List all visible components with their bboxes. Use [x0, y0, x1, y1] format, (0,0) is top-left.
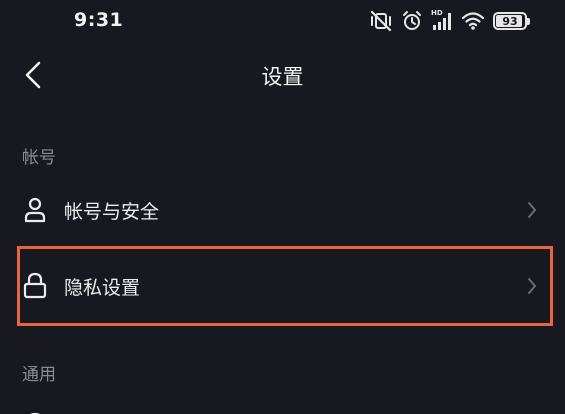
nav-bar: 设置	[0, 48, 565, 104]
battery-level: 93	[502, 14, 518, 28]
battery-icon: 93	[493, 12, 530, 30]
status-icons: HD 93	[369, 9, 530, 33]
wifi-icon	[461, 11, 485, 31]
lock-icon	[22, 271, 48, 301]
chevron-right-icon	[524, 200, 540, 220]
page-title: 设置	[261, 65, 304, 89]
section-label-general: 通用	[22, 365, 56, 385]
row-privacy-settings[interactable]: 隐私设置	[22, 254, 546, 318]
hd-label: HD	[431, 9, 443, 17]
user-icon	[22, 195, 48, 225]
hd-signal-icon: HD	[431, 9, 453, 32]
section-label-account: 帐号	[22, 148, 56, 168]
alarm-icon	[401, 10, 423, 32]
row-label-account-security: 帐号与安全	[64, 200, 160, 223]
partial-row-icon	[22, 404, 48, 414]
row-account-security[interactable]: 帐号与安全	[22, 178, 546, 242]
vibrate-off-icon	[369, 10, 393, 32]
status-time: 9:31	[74, 9, 124, 31]
row-label-privacy-settings: 隐私设置	[64, 276, 141, 299]
settings-screen: 9:31 HD 93 设置 帐号 帐号与安全 隐私设置 通用	[0, 0, 565, 414]
chevron-right-icon	[524, 276, 540, 296]
status-bar: 9:31 HD 93	[0, 0, 565, 44]
